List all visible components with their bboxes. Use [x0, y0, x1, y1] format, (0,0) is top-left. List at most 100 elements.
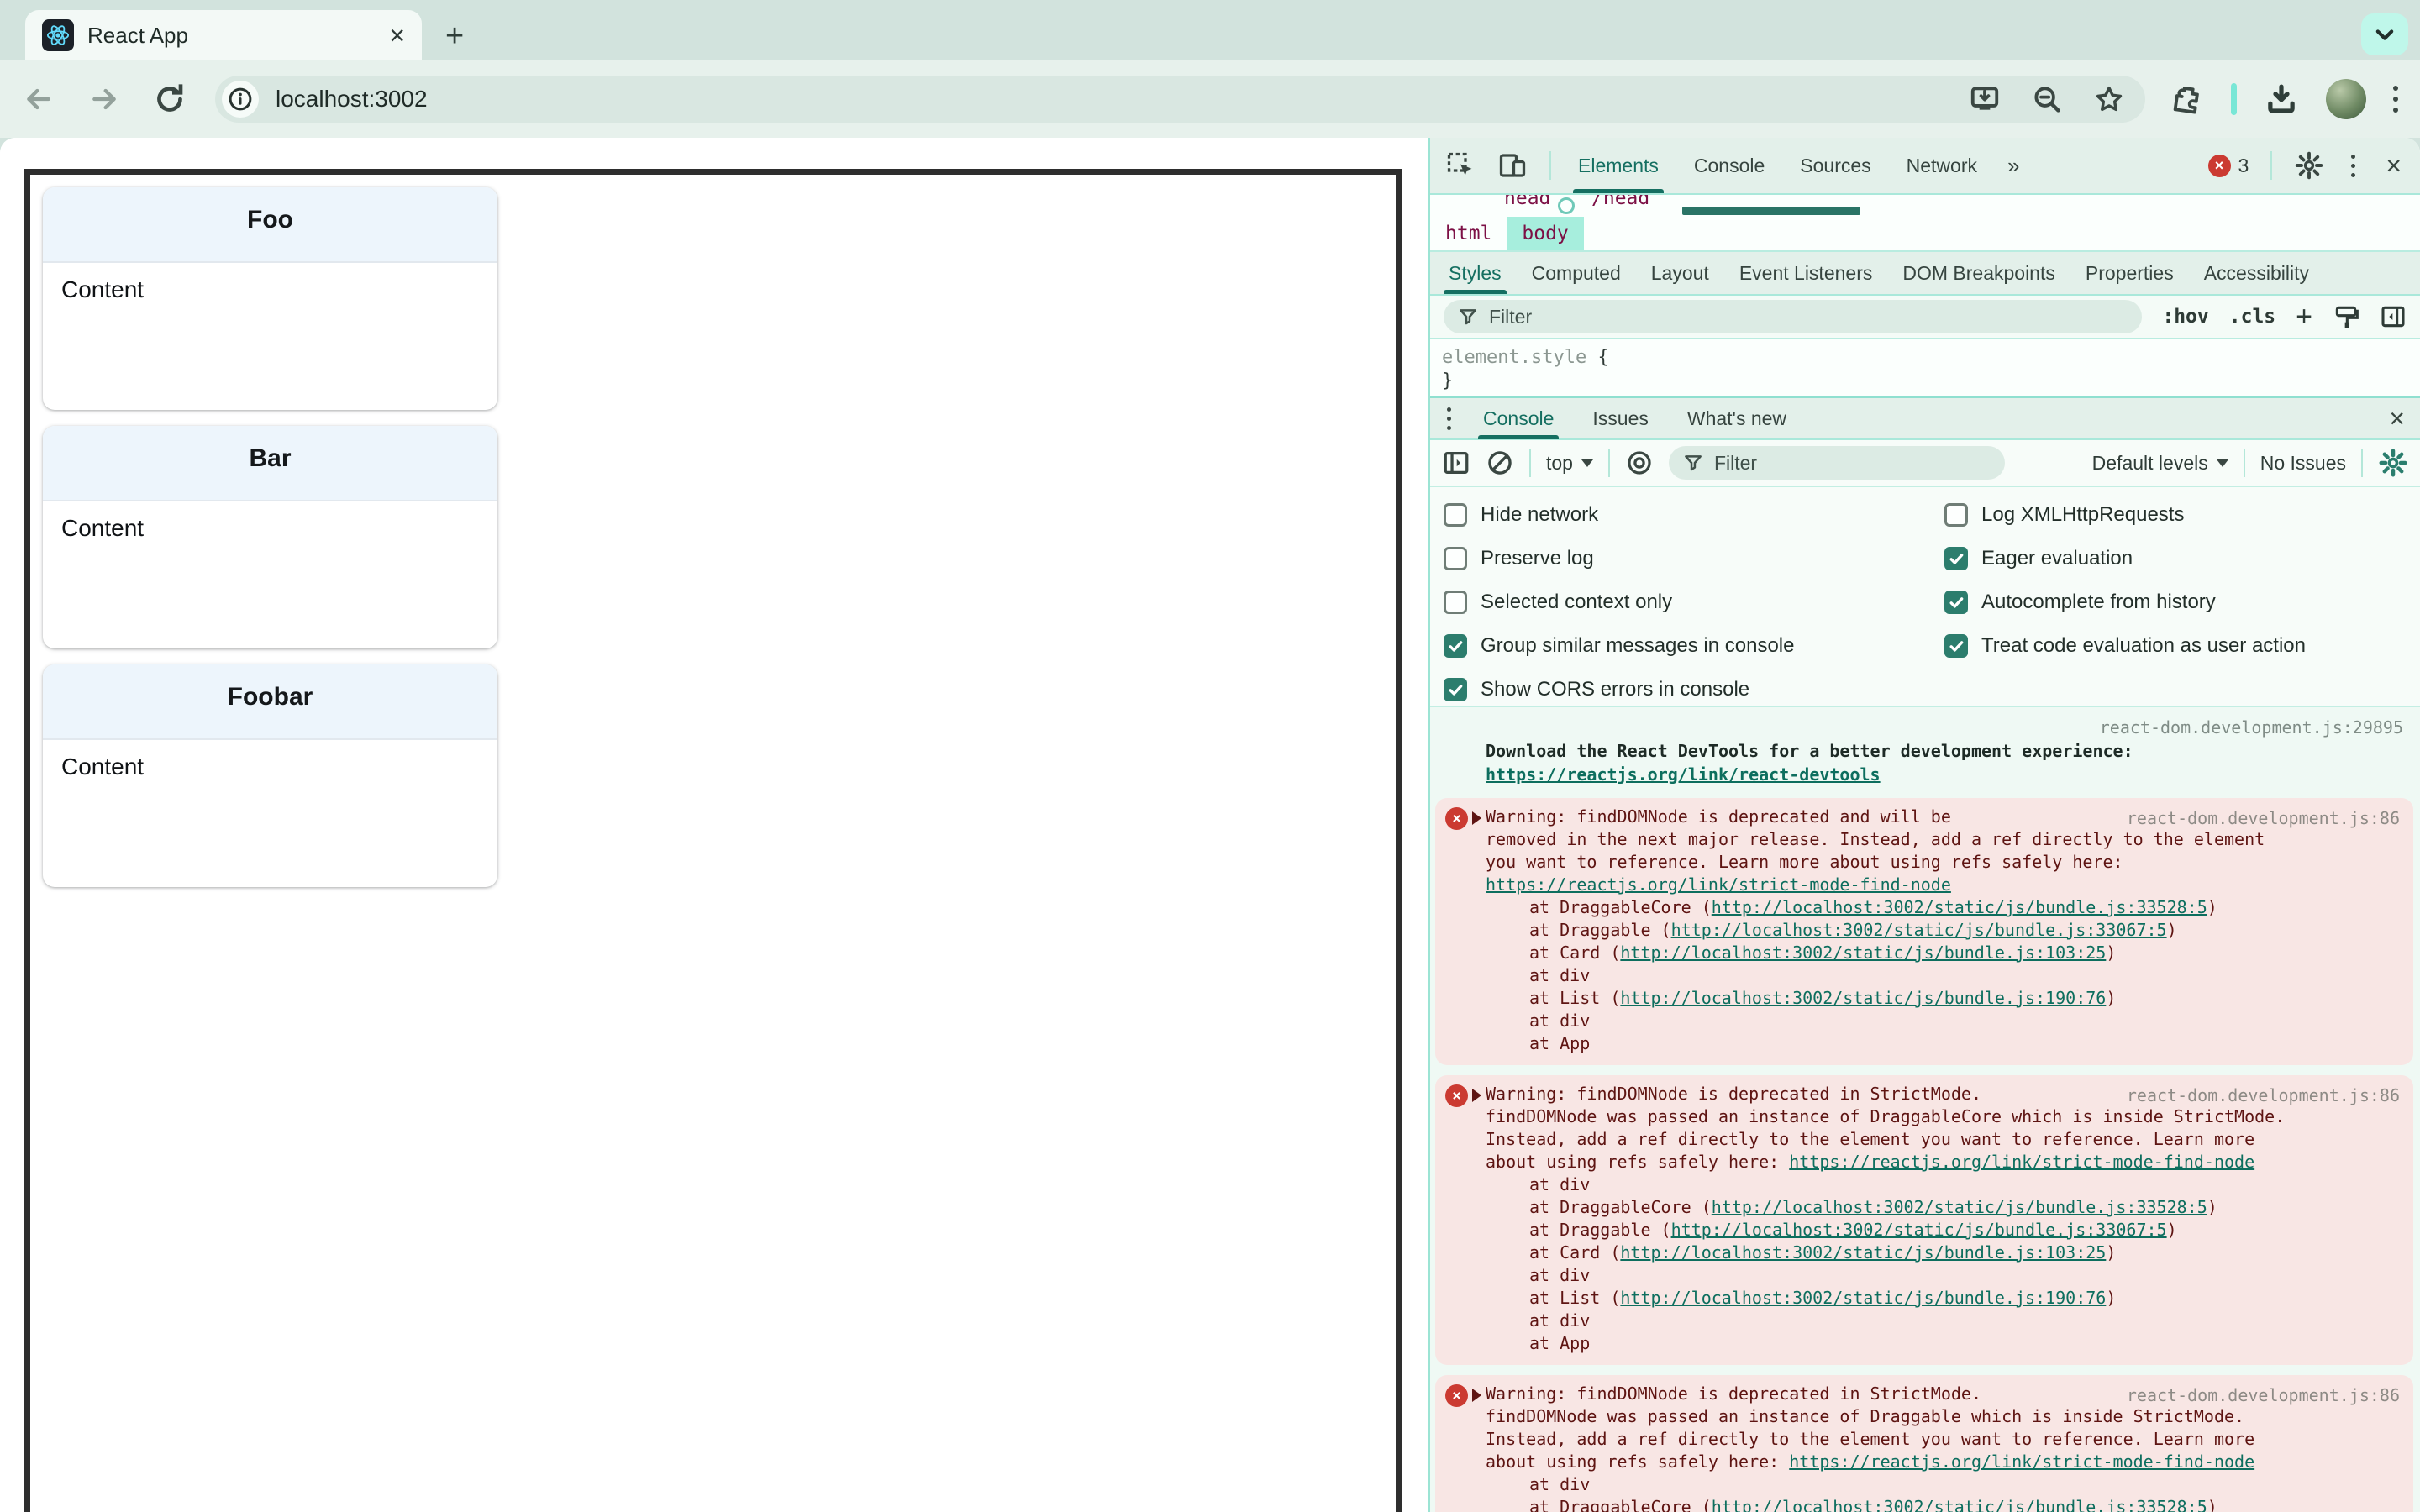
card-bar[interactable]: Bar Content	[43, 426, 497, 648]
clear-console-icon[interactable]	[1486, 449, 1514, 477]
console-link[interactable]: http://localhost:3002/static/js/bundle.j…	[1712, 1197, 2207, 1217]
card-foo[interactable]: Foo Content	[43, 187, 497, 410]
browser-menu-kebab-icon[interactable]	[2393, 86, 2398, 113]
console-source-link[interactable]: react-dom.development.js:86	[2127, 807, 2400, 830]
console-sidebar-toggle-icon[interactable]	[1442, 449, 1470, 477]
console-setting-treat-code-evaluation-as-user-action[interactable]: Treat code evaluation as user action	[1944, 633, 2306, 659]
styles-tab-properties[interactable]: Properties	[2081, 252, 2179, 294]
checkbox-checked[interactable]	[1444, 634, 1467, 658]
checkbox[interactable]	[1444, 591, 1467, 614]
console-link[interactable]: http://localhost:3002/static/js/bundle.j…	[1620, 1288, 2106, 1308]
expand-triangle-icon[interactable]	[1472, 811, 1481, 825]
console-link[interactable]: https://reactjs.org/link/strict-mode-fin…	[1789, 1452, 2254, 1472]
element-style-block[interactable]: element.style { }	[1430, 339, 2420, 396]
back-icon[interactable]	[22, 82, 55, 116]
console-setting-autocomplete-from-history[interactable]: Autocomplete from history	[1944, 590, 2306, 615]
style-editor-icon[interactable]	[2333, 303, 2360, 330]
devtools-tab-console[interactable]: Console	[1689, 138, 1770, 193]
console-link[interactable]: http://localhost:3002/static/js/bundle.j…	[1671, 1220, 2167, 1240]
site-info-icon[interactable]	[222, 81, 259, 118]
more-tabs-icon[interactable]: »	[2004, 153, 2023, 179]
devtools-tab-sources[interactable]: Sources	[1795, 138, 1876, 193]
inspect-icon[interactable]	[1445, 150, 1476, 181]
expand-triangle-icon[interactable]	[1472, 1089, 1481, 1102]
drawer-tab-issues[interactable]: Issues	[1587, 397, 1653, 439]
console-link[interactable]: http://localhost:3002/static/js/bundle.j…	[1712, 897, 2207, 917]
console-source-link[interactable]: react-dom.development.js:86	[2127, 1384, 2400, 1407]
download-icon[interactable]	[2264, 81, 2299, 117]
console-setting-group-similar-messages-in-console[interactable]: Group similar messages in console	[1444, 633, 1795, 659]
new-style-rule-icon[interactable]: +	[2296, 302, 2312, 331]
breadcrumb-html[interactable]: html	[1430, 217, 1507, 250]
error-icon: ×	[1445, 807, 1468, 830]
console-source-link[interactable]: react-dom.development.js:86	[2127, 1084, 2400, 1107]
issues-counter[interactable]: No Issues	[2260, 452, 2346, 475]
checkbox-checked[interactable]	[1944, 634, 1968, 658]
console-link[interactable]: http://localhost:3002/static/js/bundle.j…	[1620, 988, 2106, 1008]
console-text: )	[2106, 1242, 2117, 1263]
url-bar[interactable]: localhost:3002	[215, 76, 2145, 123]
chevron-down-icon	[2216, 459, 2228, 467]
styles-tab-event-listeners[interactable]: Event Listeners	[1734, 252, 1878, 294]
drawer-tab-what-s-new[interactable]: What's new	[1682, 397, 1791, 439]
extensions-icon[interactable]	[2170, 82, 2204, 116]
toggle-sidebar-icon[interactable]	[2380, 303, 2407, 330]
install-app-icon[interactable]	[1969, 83, 2001, 115]
error-count-badge[interactable]: × 3	[2207, 154, 2249, 177]
drawer-close-icon[interactable]: ×	[2386, 405, 2408, 432]
log-levels-dropdown[interactable]: Default levels	[2092, 452, 2228, 475]
device-toolbar-icon[interactable]	[1497, 150, 1528, 181]
styles-tab-computed[interactable]: Computed	[1527, 252, 1626, 294]
checkbox[interactable]	[1944, 503, 1968, 527]
console-setting-preserve-log[interactable]: Preserve log	[1444, 546, 1795, 571]
styles-filter-input[interactable]: Filter	[1444, 300, 2143, 333]
console-link[interactable]: http://localhost:3002/static/js/bundle.j…	[1671, 920, 2167, 940]
card-foobar[interactable]: Foobar Content	[43, 664, 497, 887]
console-link[interactable]: http://localhost:3002/static/js/bundle.j…	[1620, 1242, 2106, 1263]
class-button[interactable]: .cls	[2229, 306, 2275, 328]
devtools-menu-kebab-icon[interactable]	[2346, 154, 2360, 177]
zoom-icon[interactable]	[2031, 83, 2063, 115]
console-setting-eager-evaluation[interactable]: Eager evaluation	[1944, 546, 2306, 571]
drawer-menu-kebab-icon[interactable]	[1442, 407, 1456, 430]
console-setting-show-cors-errors-in-console[interactable]: Show CORS errors in console	[1444, 677, 1795, 702]
styles-tab-styles[interactable]: Styles	[1444, 252, 1507, 294]
devtools-tab-network[interactable]: Network	[1902, 138, 1982, 193]
console-source-link[interactable]: react-dom.development.js:29895	[1486, 716, 2403, 739]
devtools-tab-elements[interactable]: Elements	[1573, 138, 1664, 193]
context-selector[interactable]: top	[1546, 452, 1593, 475]
pseudo-state-button[interactable]: :hov	[2162, 306, 2208, 328]
styles-tab-accessibility[interactable]: Accessibility	[2199, 252, 2314, 294]
styles-tab-dom-breakpoints[interactable]: DOM Breakpoints	[1897, 252, 2060, 294]
console-settings-gear-icon[interactable]	[2378, 448, 2408, 478]
reload-icon[interactable]	[153, 82, 187, 116]
console-link[interactable]: https://reactjs.org/link/react-devtools	[1486, 764, 1881, 785]
window-chevron-button[interactable]	[2361, 13, 2408, 55]
breadcrumb-body[interactable]: body	[1507, 217, 1584, 250]
expand-triangle-icon[interactable]	[1472, 1389, 1481, 1402]
console-link[interactable]: https://reactjs.org/link/strict-mode-fin…	[1486, 874, 1951, 895]
console-link[interactable]: https://reactjs.org/link/strict-mode-fin…	[1789, 1152, 2254, 1172]
console-filter-input[interactable]: Filter	[1668, 446, 2005, 480]
checkbox-checked[interactable]	[1444, 678, 1467, 701]
checkbox-checked[interactable]	[1944, 547, 1968, 570]
styles-tab-layout[interactable]: Layout	[1646, 252, 1714, 294]
live-expression-icon[interactable]	[1625, 449, 1654, 477]
drawer-tab-console[interactable]: Console	[1478, 397, 1560, 439]
console-setting-hide-network[interactable]: Hide network	[1444, 502, 1795, 528]
bookmark-star-icon[interactable]	[2093, 83, 2125, 115]
forward-icon[interactable]	[87, 82, 121, 116]
devtools-close-icon[interactable]: ×	[2382, 152, 2405, 179]
checkbox-checked[interactable]	[1944, 591, 1968, 614]
tab-close-icon[interactable]: ×	[389, 22, 405, 49]
new-tab-button[interactable]: +	[445, 18, 464, 55]
console-setting-log-xmlhttprequests[interactable]: Log XMLHttpRequests	[1944, 502, 2306, 528]
checkbox[interactable]	[1444, 547, 1467, 570]
devtools-settings-gear-icon[interactable]	[2294, 150, 2324, 181]
console-link[interactable]: http://localhost:3002/static/js/bundle.j…	[1712, 1497, 2207, 1512]
checkbox[interactable]	[1444, 503, 1467, 527]
avatar[interactable]	[2326, 79, 2366, 119]
console-link[interactable]: http://localhost:3002/static/js/bundle.j…	[1620, 942, 2106, 963]
console-setting-selected-context-only[interactable]: Selected context only	[1444, 590, 1795, 615]
browser-tab[interactable]: React App ×	[25, 10, 422, 60]
